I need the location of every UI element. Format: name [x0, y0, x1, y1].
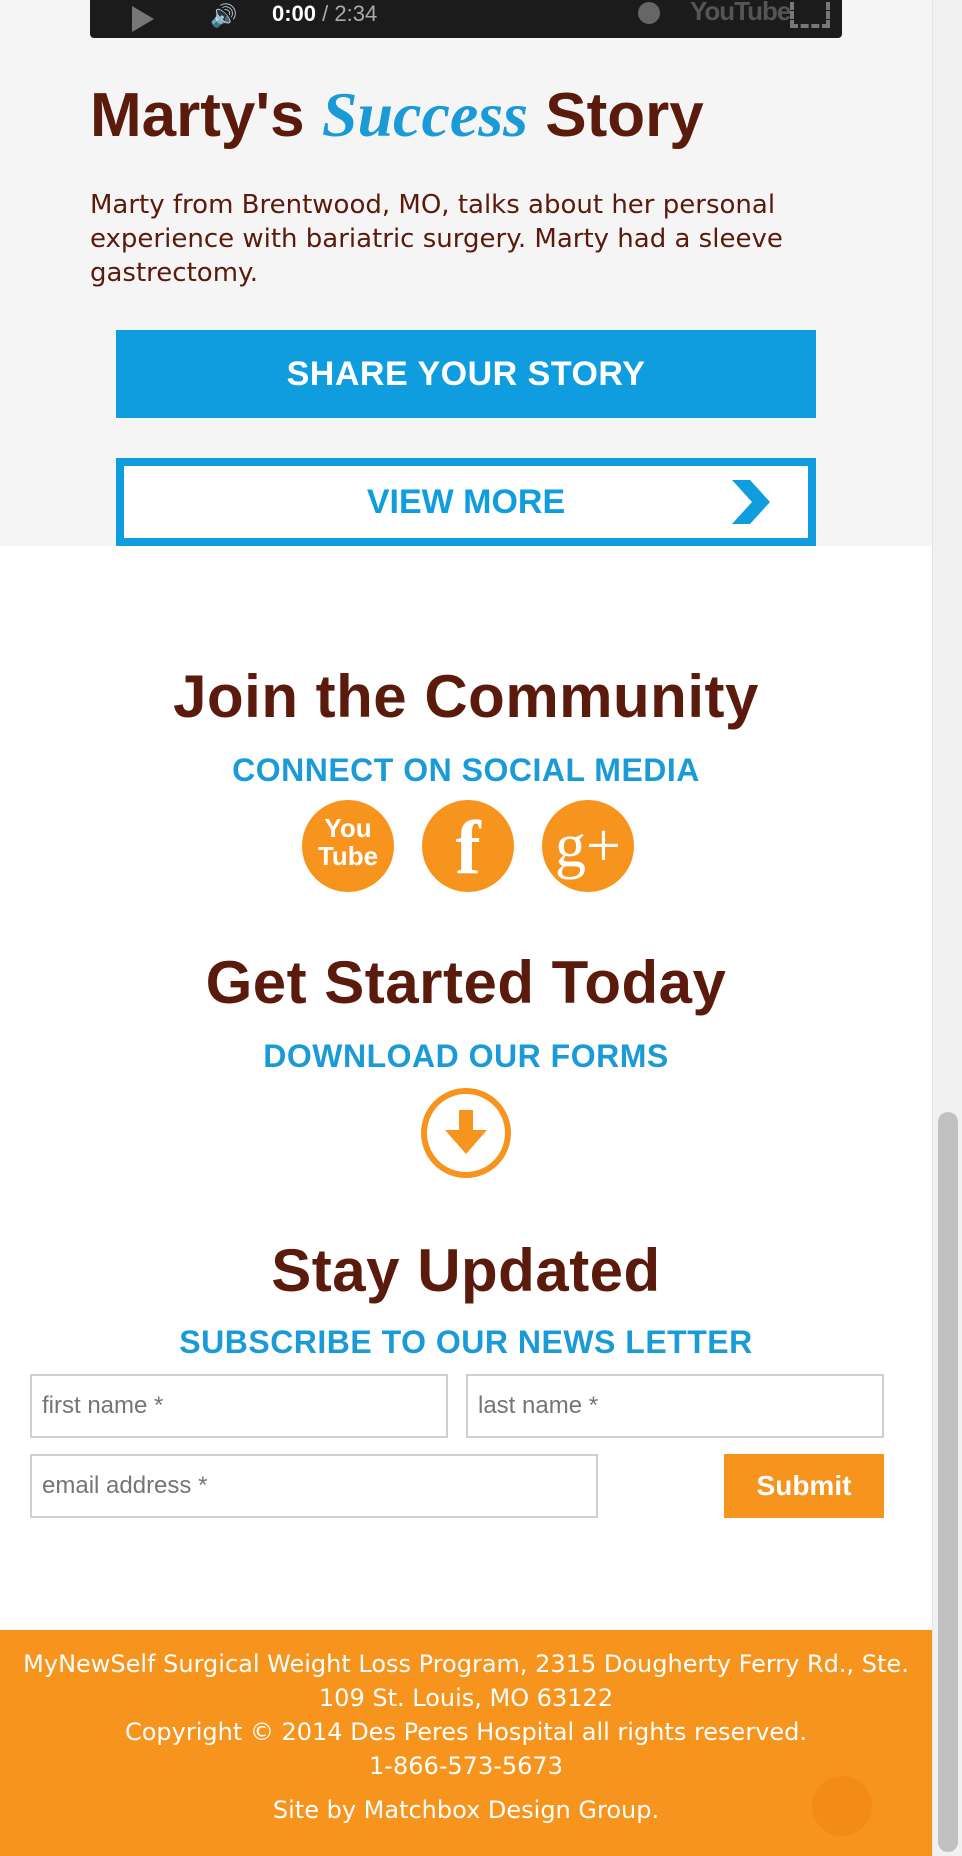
footer-credit-link[interactable]: Site by Matchbox Design Group.: [0, 1796, 932, 1824]
community-title: Join the Community: [173, 663, 759, 730]
scrollbar[interactable]: [932, 0, 962, 1856]
page: 🔊 0:00 / 2:34 YouTube Marty's Success St…: [0, 0, 932, 1856]
view-more-label: VIEW MORE: [366, 483, 566, 521]
back-to-top-button[interactable]: [812, 1776, 872, 1836]
arrow-down-icon: [445, 1110, 487, 1154]
story-title: Marty's Success Story: [90, 79, 704, 150]
scrollbar-thumb[interactable]: [938, 1112, 958, 1852]
facebook-icon[interactable]: f: [422, 800, 514, 892]
footer-copyright: Copyright © 2014 Des Peres Hospital all …: [124, 1718, 808, 1746]
share-your-story-button[interactable]: SHARE YOUR STORY: [116, 330, 816, 418]
chevron-right-icon: [732, 480, 770, 524]
video-player-controls[interactable]: 🔊 0:00 / 2:34 YouTube: [90, 0, 842, 38]
youtube-logo[interactable]: YouTube: [690, 0, 791, 27]
video-time: 0:00 / 2:34: [272, 1, 378, 26]
view-more-button[interactable]: VIEW MORE: [116, 458, 816, 546]
play-icon[interactable]: [132, 6, 154, 32]
subscribe-subtitle: SUBSCRIBE TO OUR NEWS LETTER: [179, 1324, 753, 1360]
story-title-accent: Success: [321, 79, 529, 150]
download-icon[interactable]: [421, 1088, 511, 1178]
fullscreen-icon[interactable]: [790, 2, 830, 28]
last-name-field[interactable]: [466, 1374, 884, 1438]
story-description: Marty from Brentwood, MO, talks about he…: [90, 190, 783, 288]
watch-later-icon[interactable]: [638, 2, 660, 24]
stay-updated-title: Stay Updated: [271, 1237, 661, 1304]
youtube-icon[interactable]: You Tube: [302, 800, 394, 892]
connect-social-link[interactable]: CONNECT ON SOCIAL MEDIA: [0, 752, 932, 789]
download-forms-link[interactable]: DOWNLOAD OUR FORMS: [0, 1038, 932, 1075]
email-field[interactable]: [30, 1454, 598, 1518]
submit-button[interactable]: Submit: [724, 1454, 884, 1518]
footer: MyNewSelf Surgical Weight Loss Program, …: [0, 1630, 932, 1856]
first-name-field[interactable]: [30, 1374, 448, 1438]
footer-phone[interactable]: 1-866-573-5673: [0, 1752, 932, 1780]
social-icons: You Tube f g+: [300, 800, 640, 892]
volume-icon[interactable]: 🔊: [210, 4, 237, 29]
footer-address-line2: 109 St. Louis, MO 63122: [318, 1684, 614, 1712]
footer-address-line1: MyNewSelf Surgical Weight Loss Program, …: [23, 1650, 909, 1678]
story-section: 🔊 0:00 / 2:34 YouTube Marty's Success St…: [0, 0, 932, 546]
google-plus-icon[interactable]: g+: [542, 800, 634, 892]
get-started-title: Get Started Today: [205, 949, 727, 1016]
